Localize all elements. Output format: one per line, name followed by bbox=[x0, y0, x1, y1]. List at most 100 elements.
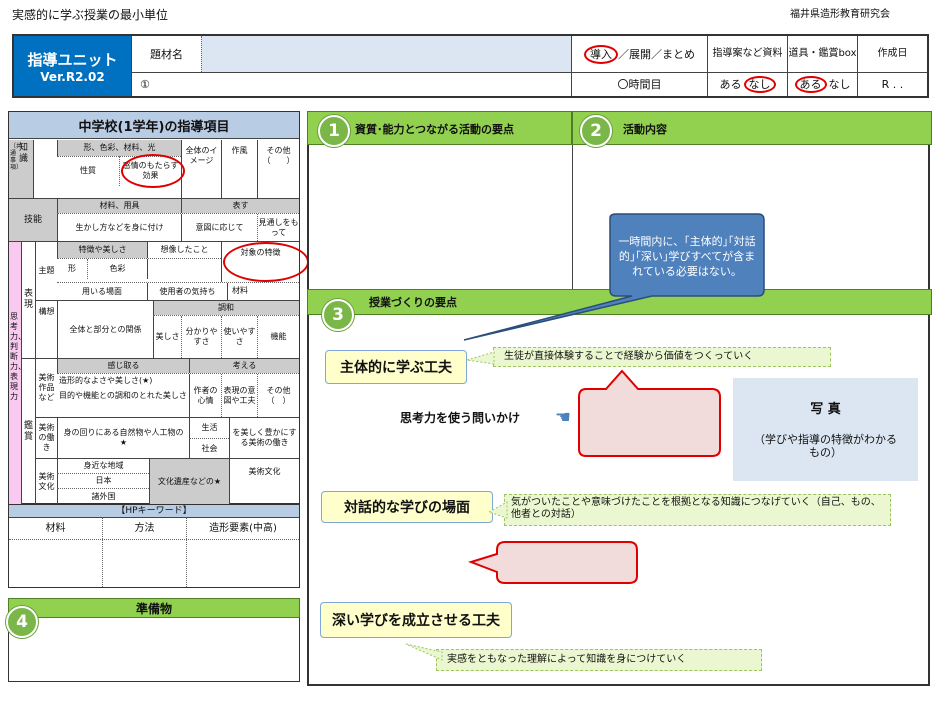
unit-badge: 指導ユニット Ver.R2.02 bbox=[14, 36, 131, 96]
hyogen-label: 表現 bbox=[21, 242, 35, 358]
tool-presence: ある なし bbox=[787, 73, 857, 96]
hp-method-input[interactable] bbox=[102, 540, 186, 587]
pointing-hand-icon: ☚ bbox=[554, 406, 572, 428]
plan-nashi-circle: なし bbox=[743, 76, 776, 93]
k-header-1: 形、色彩、材料、光 bbox=[57, 140, 181, 156]
hp-keywords-panel: 【HPキーワード】 材料 方法 造形要素(中高) bbox=[8, 504, 300, 588]
question-bubble-1[interactable] bbox=[576, 367, 724, 459]
date-label: 作成日 bbox=[857, 36, 927, 72]
bh-mi-no-mawari: 身の回りにある自然物や人工物の★ bbox=[57, 418, 189, 458]
unit-info-bar: 指導ユニット Ver.R2.02 題材名 導入 ／展開／まとめ 指導案など資料 … bbox=[12, 34, 929, 98]
organization-name: 福井県造形教育研究会 bbox=[790, 9, 890, 20]
stage-intro-circle: 導入 bbox=[584, 44, 618, 64]
s-header-2: 想像したこと bbox=[147, 242, 221, 258]
ko-tsukaiyasusa: 使いやすさ bbox=[221, 316, 257, 358]
ko-utsukushisa: 美しさ bbox=[153, 316, 181, 358]
tool-aru-circle: ある bbox=[794, 76, 827, 93]
stage-rest: ／展開／まとめ bbox=[618, 47, 695, 61]
preparation-title: 準備物 bbox=[8, 598, 300, 618]
k-seishitsu: 性質 bbox=[80, 166, 96, 175]
bb-shogaikoku: 諸外国 bbox=[57, 489, 149, 504]
unit-badge-version: Ver.R2.02 bbox=[40, 69, 105, 84]
photo-title: 写 真 bbox=[810, 402, 841, 417]
ka-header-2: 考える bbox=[189, 359, 299, 373]
document-title: 実感的に学ぶ授業の最小単位 bbox=[12, 8, 169, 22]
hp-material-input[interactable] bbox=[9, 540, 102, 587]
shikou-label: 思考力、判断力、表現力 bbox=[10, 312, 26, 401]
section-1-number: 1 bbox=[318, 115, 350, 147]
ko-kinou: 機能 bbox=[257, 316, 299, 358]
kyotsu-label: 〔共通事項〕 bbox=[10, 143, 23, 171]
s-katachi: 形 bbox=[68, 264, 76, 273]
callout-text: 一時間内に、｢主体的｣｢対話的｣｢深い｣学びすべてが含まれている必要はない。 bbox=[618, 234, 756, 278]
ka-sonota: その他（ ） bbox=[257, 374, 299, 417]
shikou-band: 思考力、判断力、表現力 bbox=[9, 242, 26, 504]
kousou-label: 構想 bbox=[35, 301, 57, 358]
bijutsu-sakuhin-label: 美術作品など bbox=[35, 359, 57, 417]
g-ito: 意図に応じて bbox=[181, 214, 257, 241]
s-shiyousha: 使用者の気持ち bbox=[147, 283, 227, 300]
bh-shakai: 社会 bbox=[189, 439, 229, 458]
bijutsu-hataraki-label: 美術の働き bbox=[35, 418, 57, 458]
hp-keywords-title: 【HPキーワード】 bbox=[9, 505, 299, 517]
ka-sakusha: 作者の心情 bbox=[189, 374, 221, 417]
point-taiwateki-desc: 気がついたことや意味づけたことを根拠となる知識につなげていく（自己、もの、他者と… bbox=[504, 494, 891, 526]
tool-box-label: 道具・鑑賞box bbox=[787, 36, 857, 72]
bb-chiiki: 身近な地域 bbox=[57, 459, 149, 473]
question-bubble-2[interactable] bbox=[467, 538, 641, 586]
lesson-number: ① bbox=[131, 73, 571, 96]
g-mitoshi: 見通しをもって bbox=[257, 214, 299, 241]
point-shutaiteki-desc: 生徒が直接体験することで経験から価値をつくっていく bbox=[493, 347, 831, 367]
kansho-label: 鑑賞 bbox=[21, 359, 35, 504]
preparation-input[interactable] bbox=[9, 619, 299, 681]
ka-header-1: 感じ取る bbox=[57, 359, 189, 373]
hp-elements-input[interactable] bbox=[186, 540, 299, 587]
ko-wakariyasusa: 分かりやすさ bbox=[181, 316, 221, 358]
chishiki-label-cell: 知識 〔共通事項〕 bbox=[9, 140, 33, 198]
k-kanjou-circle bbox=[121, 154, 185, 188]
bh-seikatsu: 生活 bbox=[189, 418, 229, 438]
ginou-label: 技能 bbox=[9, 199, 57, 241]
connector-1 bbox=[467, 351, 495, 365]
s-header-1: 特徴や美しさ bbox=[57, 242, 147, 258]
connector-2 bbox=[489, 501, 508, 519]
section-1-title: 資質･能力とつながる活動の要点 bbox=[355, 123, 515, 136]
plan-presence: ある なし bbox=[707, 73, 787, 96]
section-2-title: 活動内容 bbox=[623, 123, 667, 136]
section-4-number: 4 bbox=[6, 606, 38, 638]
point-shutaiteki-title: 主体的に学ぶ工夫 bbox=[325, 350, 467, 384]
ko-zentai: 全体と部分との関係 bbox=[57, 301, 153, 358]
plan-aru: ある bbox=[719, 78, 742, 91]
point-taiwateki-title: 対話的な学びの場面 bbox=[321, 491, 493, 523]
hp-col-method: 方法 bbox=[102, 517, 186, 539]
s-taishou-circle bbox=[223, 242, 309, 282]
date-value: R . . bbox=[857, 73, 927, 96]
photo-desc: （学びや指導の特徴がわかるもの） bbox=[754, 433, 897, 459]
hp-col-elements: 造形要素(中高) bbox=[186, 517, 299, 539]
subject-input[interactable] bbox=[201, 36, 571, 72]
ka-zoukei: 造形的なよさや美しさ(★) bbox=[59, 376, 153, 385]
bb-bunka-isan: 文化遺産などの★ bbox=[149, 459, 229, 504]
point-fukai-desc: 実感をともなった理解によって知識を身につけていく bbox=[436, 649, 762, 671]
s-zairyou: 材料 bbox=[227, 283, 299, 300]
teaching-items-panel: 中学校(1学年)の指導項目 知識 〔共通事項〕 形、色彩、材料、光 全体のイメー… bbox=[8, 111, 309, 504]
photo-placeholder[interactable]: 写 真 （学びや指導の特徴がわかるもの） bbox=[733, 378, 918, 481]
bb-bijutsu-bunka: 美術文化 bbox=[229, 459, 299, 504]
unit-badge-title: 指導ユニット bbox=[27, 50, 118, 69]
g-ikashikata: 生かし方などを身に付け bbox=[57, 214, 181, 241]
shudai-label: 主題 bbox=[35, 242, 57, 300]
hp-col-material: 材料 bbox=[9, 517, 102, 539]
lesson-stage: 導入 ／展開／まとめ bbox=[572, 36, 707, 72]
bijutsu-bunka-label: 美術文化 bbox=[35, 459, 57, 504]
g-header-2: 表す bbox=[181, 199, 299, 213]
section-3-number: 3 bbox=[322, 299, 354, 331]
tool-nashi: なし bbox=[828, 78, 851, 91]
ka-hyougen: 表現の意図や工夫 bbox=[221, 374, 257, 417]
g-header-1: 材料、用具 bbox=[57, 199, 181, 213]
ko-chowa: 調和 bbox=[218, 303, 234, 312]
preparation-panel: 準備物 bbox=[8, 598, 300, 682]
plan-materials-label: 指導案など資料 bbox=[707, 36, 787, 72]
k-header-2: 全体のイメージ bbox=[181, 140, 221, 198]
connector-3 bbox=[405, 643, 443, 661]
s-shikisai: 色彩 bbox=[87, 259, 147, 279]
